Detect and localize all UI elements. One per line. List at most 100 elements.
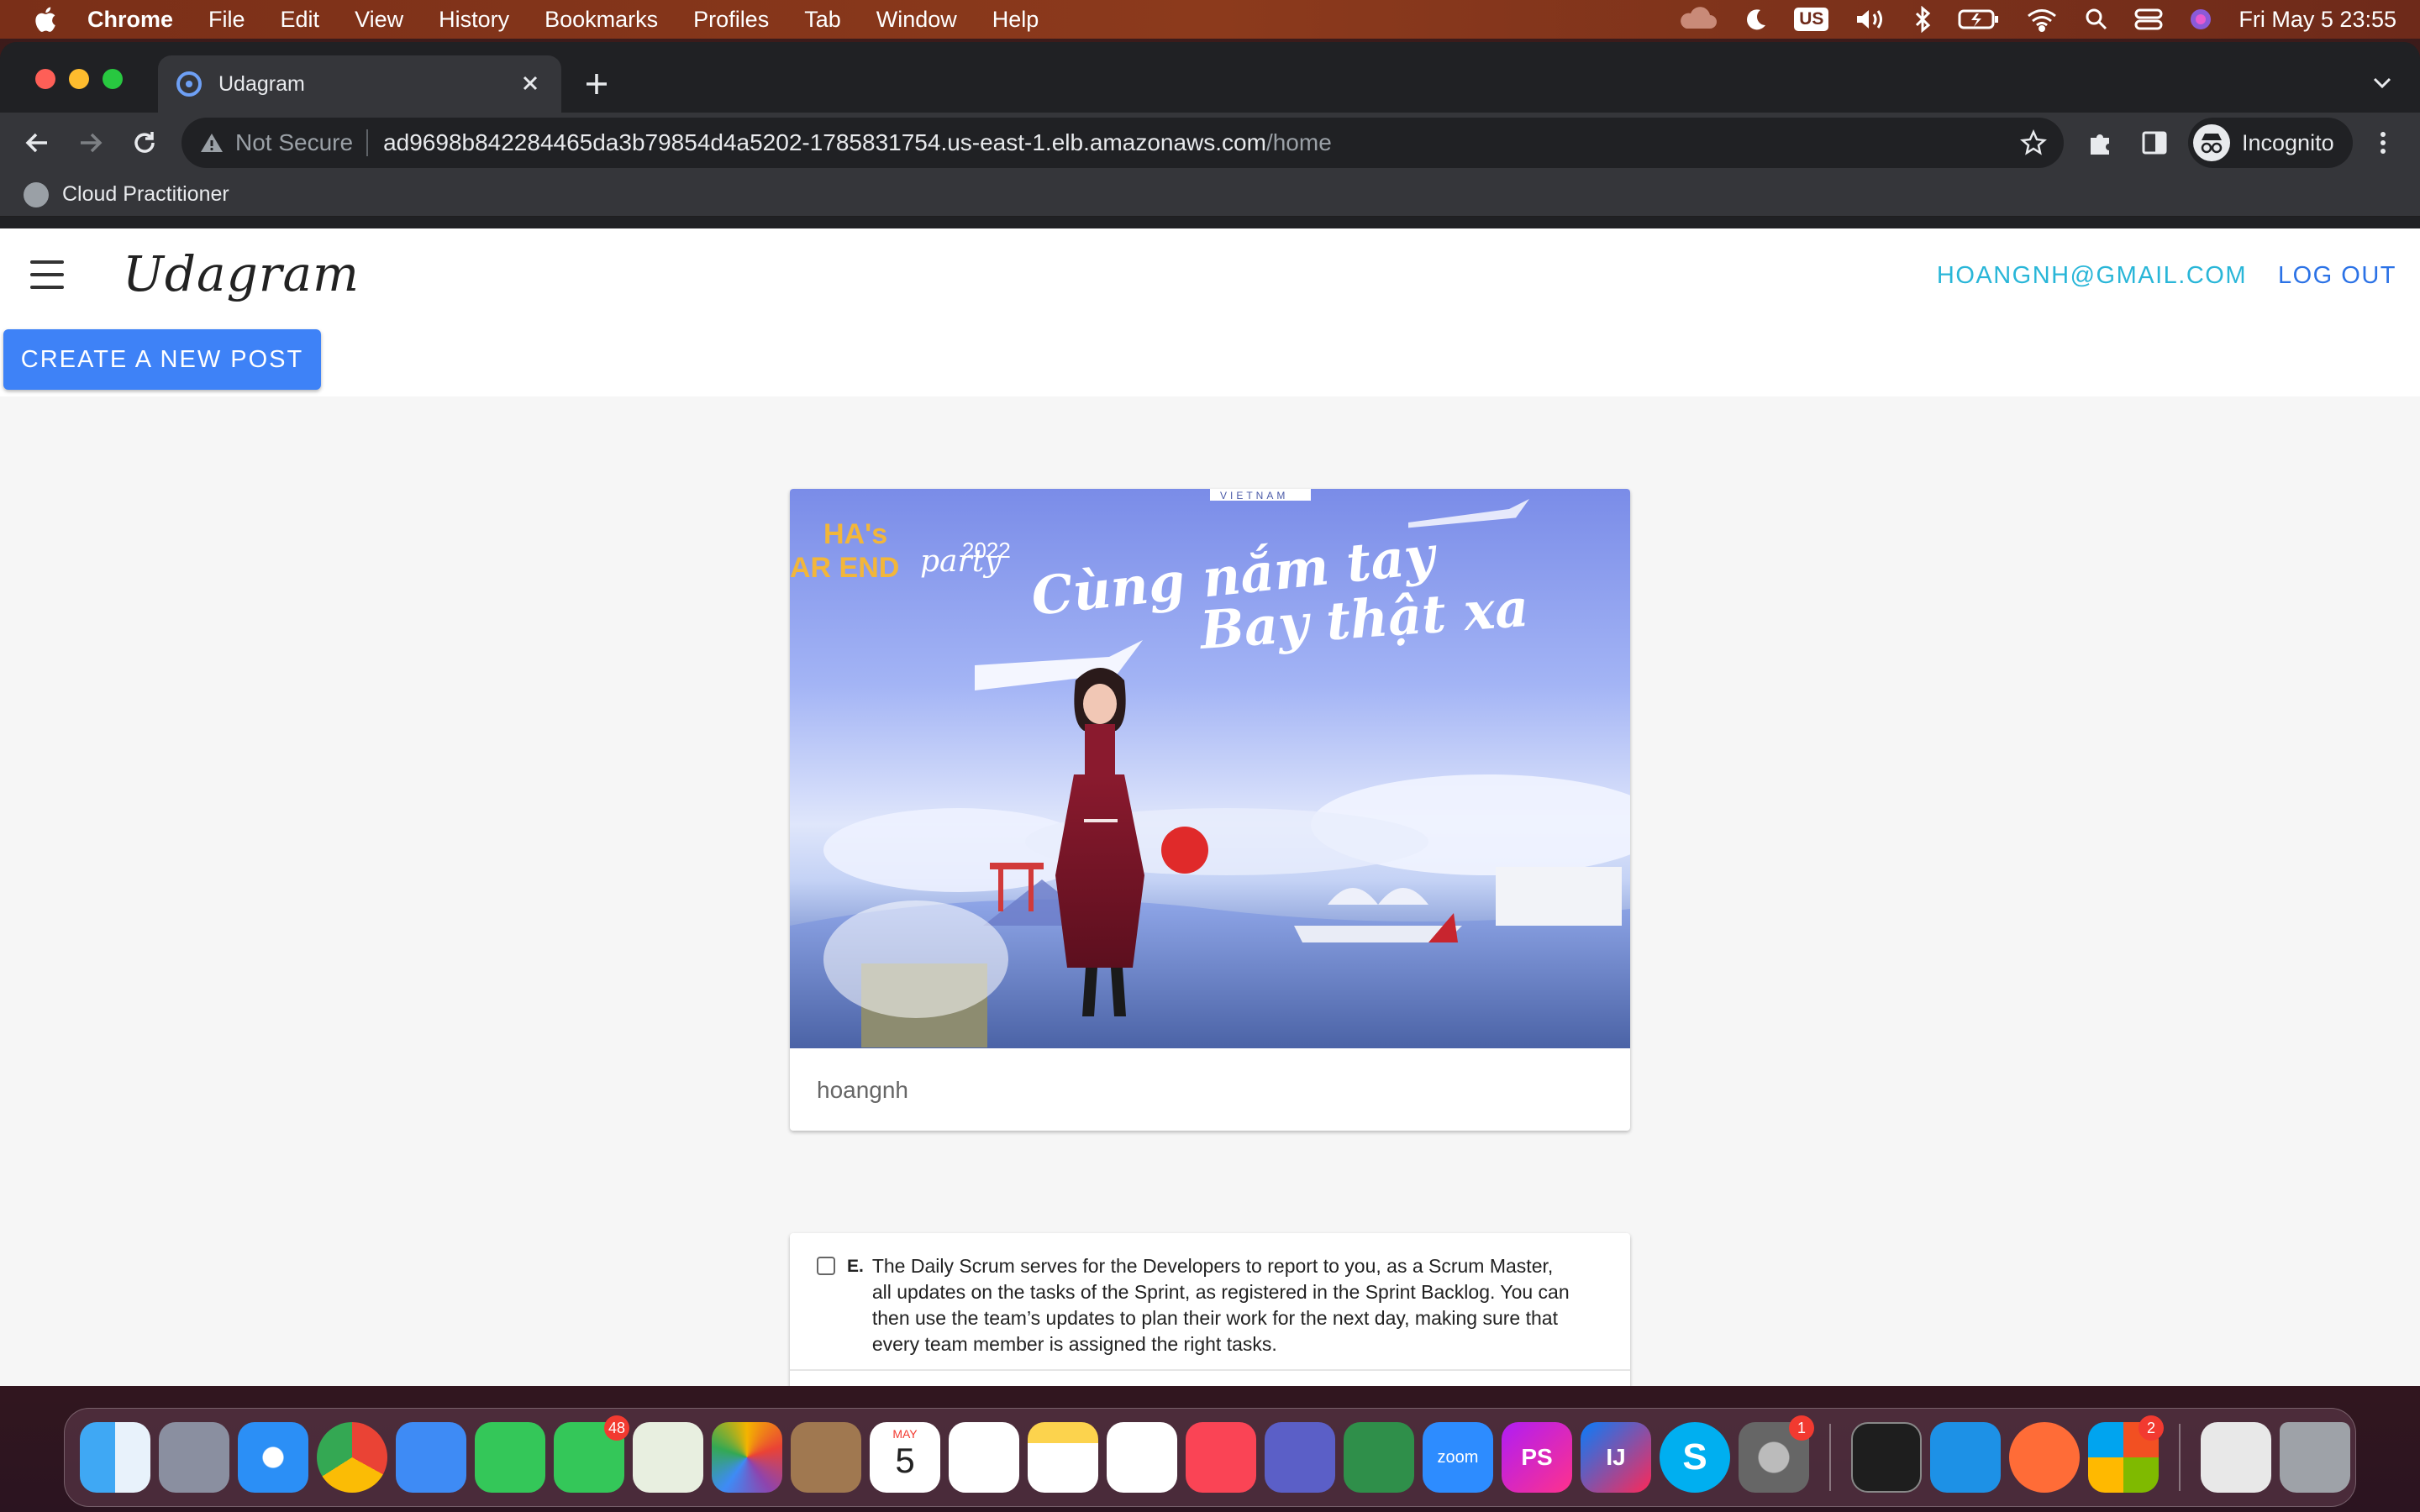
side-panel-icon[interactable] (2139, 128, 2170, 158)
menu-window[interactable]: Window (876, 7, 957, 33)
tab-search-chevron-icon[interactable] (2370, 74, 2395, 91)
moon-icon[interactable] (1744, 7, 1769, 32)
browser-window: Udagram Not Secure ad9698b842284465da3b7… (0, 42, 2420, 1386)
banner-vietnam: VIETNAM (1220, 490, 1288, 501)
skype-app-icon[interactable]: S (1660, 1422, 1730, 1493)
window-zoom-button[interactable] (103, 69, 123, 89)
quiz-option-text: The Daily Scrum serves for the Developer… (871, 1255, 1570, 1355)
logout-button[interactable]: LOG OUT (2278, 262, 2396, 290)
security-status[interactable]: Not Secure (235, 129, 353, 156)
web-page: Udagram HOANGNH@GMAIL.COM LOG OUT CREATE… (0, 228, 2420, 1386)
incognito-icon (2193, 124, 2230, 161)
checkbox-icon (817, 1257, 835, 1275)
banner-year: 2022 (962, 538, 1011, 563)
menubar-clock[interactable]: Fri May 5 23:55 (2238, 7, 2396, 33)
banner-year-end: AR END (790, 552, 899, 584)
tab-favicon-icon (176, 71, 202, 97)
notes-app-icon[interactable] (1028, 1422, 1098, 1493)
control-center-icon[interactable] (2134, 7, 2163, 32)
tab-strip: Udagram (0, 42, 2420, 113)
photos-app-icon[interactable] (712, 1422, 782, 1493)
remote-desktop-app-icon[interactable] (1344, 1422, 1414, 1493)
tab-udagram[interactable]: Udagram (158, 55, 561, 113)
tab-close-icon[interactable] (518, 71, 543, 96)
skype-label: S (1682, 1436, 1707, 1478)
messages-badge: 48 (604, 1415, 629, 1441)
freeform-app-icon[interactable] (1107, 1422, 1177, 1493)
zoom-app-icon[interactable]: zoom (1423, 1422, 1493, 1493)
feed-post-card: HA's AR END party 2022 VIETNAM Cùng nắm … (790, 489, 1630, 1131)
menu-profiles[interactable]: Profiles (693, 7, 769, 33)
warning-icon[interactable] (200, 132, 224, 154)
safari-app-icon[interactable] (238, 1422, 308, 1493)
back-arrow-icon[interactable] (22, 128, 52, 158)
bookmark-star-icon[interactable] (2020, 129, 2047, 156)
banner-brand-fragment: HA's (823, 518, 887, 550)
mail-app-icon[interactable] (396, 1422, 466, 1493)
postman-app-icon[interactable] (2009, 1422, 2080, 1493)
menu-edit[interactable]: Edit (281, 7, 320, 33)
new-tab-icon[interactable] (580, 67, 613, 101)
menu-bookmarks[interactable]: Bookmarks (544, 7, 658, 33)
intellij-app-icon[interactable]: IJ (1581, 1422, 1651, 1493)
hamburger-menu-icon[interactable] (30, 260, 64, 289)
wifi-icon[interactable] (2025, 7, 2059, 32)
window-close-button[interactable] (35, 69, 55, 89)
reminders-app-icon[interactable] (949, 1422, 1019, 1493)
bookmark-cloud-practitioner[interactable]: Cloud Practitioner (62, 182, 229, 207)
zoom-label: zoom (1437, 1447, 1479, 1467)
incognito-profile-button[interactable]: Incognito (2188, 118, 2353, 168)
maps-app-icon[interactable] (633, 1422, 703, 1493)
post-caption: hoangnh (817, 1077, 909, 1103)
menu-file[interactable]: File (208, 7, 245, 33)
macos-menubar: Chrome File Edit View History Bookmarks … (0, 0, 2420, 39)
documents-stack-icon[interactable] (2201, 1422, 2271, 1493)
menu-app-name[interactable]: Chrome (87, 7, 173, 33)
siri-icon[interactable] (2188, 7, 2213, 32)
finder-app-icon[interactable] (80, 1422, 150, 1493)
contacts-app-icon[interactable] (791, 1422, 861, 1493)
create-post-button[interactable]: CREATE A NEW POST (3, 329, 321, 390)
docker-app-icon[interactable] (1930, 1422, 2001, 1493)
extensions-puzzle-icon[interactable] (2086, 128, 2116, 158)
user-email-link[interactable]: HOANGNH@GMAIL.COM (1937, 262, 2247, 290)
app-logo[interactable]: Udagram (123, 245, 360, 302)
window-minimize-button[interactable] (69, 69, 89, 89)
post-image: HA's AR END party 2022 VIETNAM Cùng nắm … (790, 489, 1630, 1048)
teams-app-icon[interactable] (1265, 1422, 1335, 1493)
menu-help[interactable]: Help (992, 7, 1039, 33)
menu-history[interactable]: History (439, 7, 509, 33)
chrome-menu-kebab-icon[interactable] (2368, 128, 2398, 158)
tab-title: Udagram (218, 71, 305, 96)
music-app-icon[interactable] (1186, 1422, 1256, 1493)
address-bar[interactable]: Not Secure ad9698b842284465da3b79854d4a5… (182, 118, 2064, 168)
quiz-option-letter: E. (847, 1257, 864, 1276)
bookmarks-bar: Cloud Practitioner (0, 173, 2420, 217)
trash-icon[interactable] (2280, 1422, 2350, 1493)
facetime-app-icon[interactable] (475, 1422, 545, 1493)
system-settings-app-icon[interactable]: 1 (1739, 1415, 1814, 1493)
post-image-quiz-option: E. The Daily Scrum serves for the Develo… (817, 1253, 1573, 1357)
app-toolbar: Udagram HOANGNH@GMAIL.COM LOG OUT (0, 228, 2420, 323)
apple-menu-icon[interactable] (32, 5, 57, 34)
office-app-icon[interactable]: 2 (2088, 1415, 2164, 1493)
event-photo-illustration: HA's AR END party 2022 VIETNAM Cùng nắm … (790, 489, 1630, 1048)
cloud-icon[interactable] (1676, 7, 1718, 32)
volume-icon[interactable] (1854, 7, 1887, 32)
menubar-status-area: US Fri May 5 23:55 (1676, 0, 2396, 39)
battery-icon[interactable] (1958, 8, 2000, 31)
reload-icon[interactable] (129, 128, 160, 158)
office-badge: 2 (2139, 1415, 2164, 1441)
input-source-indicator[interactable]: US (1794, 8, 1829, 31)
forward-arrow-icon[interactable] (76, 128, 106, 158)
launchpad-app-icon[interactable] (159, 1422, 229, 1493)
chrome-app-icon[interactable] (317, 1422, 387, 1493)
spotlight-search-icon[interactable] (2084, 7, 2109, 32)
terminal-app-icon[interactable] (1851, 1422, 1922, 1493)
phpstorm-app-icon[interactable]: PS (1502, 1422, 1572, 1493)
calendar-app-icon[interactable]: MAY 5 (870, 1422, 940, 1493)
menu-tab[interactable]: Tab (804, 7, 841, 33)
menu-view[interactable]: View (355, 7, 403, 33)
bluetooth-icon[interactable] (1912, 6, 1933, 33)
messages-app-icon[interactable]: 48 (554, 1415, 629, 1493)
